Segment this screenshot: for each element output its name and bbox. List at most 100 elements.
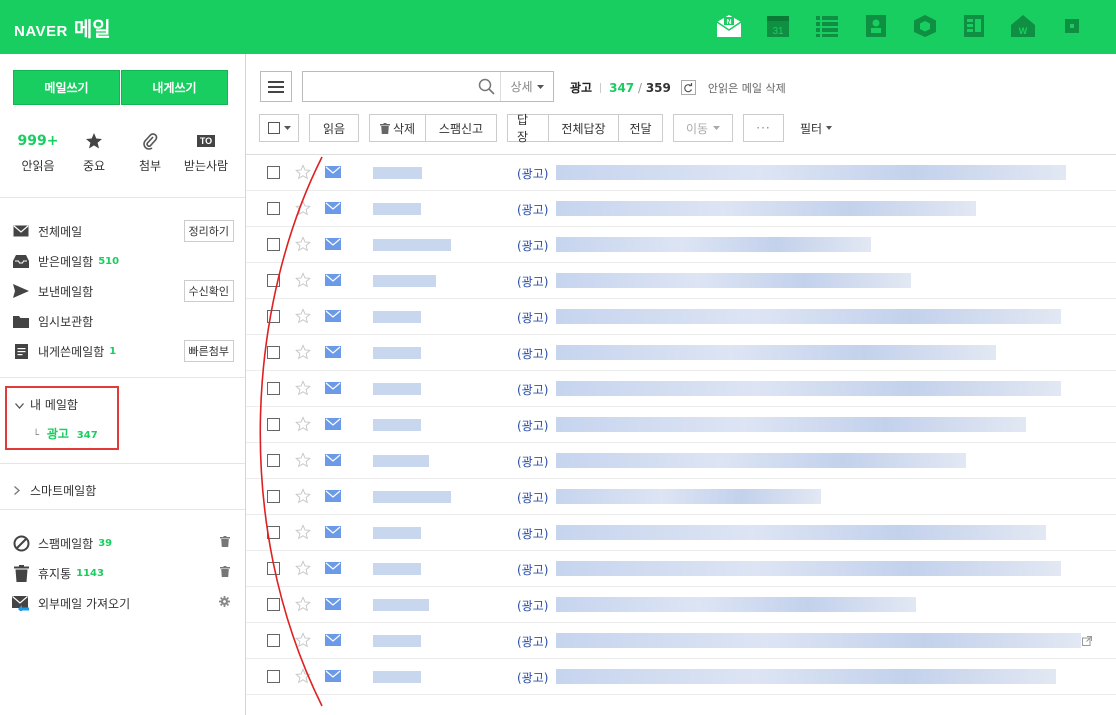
- envelope-icon[interactable]: [325, 526, 341, 541]
- external-mail-import[interactable]: 외부메일 가져오기: [12, 588, 234, 618]
- quick-unread[interactable]: 999+ 안읽음: [10, 130, 66, 174]
- empty-spam-icon[interactable]: [220, 536, 230, 550]
- star-outline-icon[interactable]: [295, 236, 311, 255]
- mail-row[interactable]: (광고): [246, 155, 1116, 191]
- sender-name-blurred[interactable]: [373, 203, 421, 215]
- select-all-checkbox[interactable]: [267, 122, 280, 134]
- sender-name-blurred[interactable]: [373, 491, 451, 503]
- star-outline-icon[interactable]: [295, 164, 311, 183]
- sender-name-blurred[interactable]: [373, 311, 421, 323]
- subject-blurred[interactable]: [556, 417, 1026, 432]
- sender-name-blurred[interactable]: [373, 275, 436, 287]
- mail-row[interactable]: (광고): [246, 371, 1116, 407]
- folder-trash[interactable]: 휴지통 1143: [12, 558, 234, 588]
- subject-blurred[interactable]: [556, 165, 1066, 180]
- folder-sent[interactable]: 보낸메일함 수신확인: [12, 276, 234, 306]
- star-outline-icon[interactable]: [295, 668, 311, 687]
- menu-toggle-button[interactable]: [260, 71, 292, 102]
- mail-row[interactable]: (광고): [246, 191, 1116, 227]
- subject-blurred[interactable]: [556, 561, 1061, 576]
- star-outline-icon[interactable]: [295, 632, 311, 651]
- envelope-icon[interactable]: [325, 274, 341, 289]
- list-icon[interactable]: [813, 12, 841, 40]
- sender-name-blurred[interactable]: [373, 635, 421, 647]
- box-icon[interactable]: [911, 12, 939, 40]
- row-checkbox[interactable]: [267, 346, 280, 359]
- envelope-icon[interactable]: [325, 670, 341, 685]
- envelope-icon[interactable]: [325, 454, 341, 469]
- more-icon[interactable]: [1058, 12, 1086, 40]
- calendar-icon[interactable]: 31: [764, 12, 792, 40]
- envelope-icon[interactable]: [325, 490, 341, 505]
- subject-blurred[interactable]: [556, 273, 911, 288]
- quick-to-me[interactable]: TO 받는사람: [178, 130, 234, 174]
- memo-icon[interactable]: [960, 12, 988, 40]
- envelope-icon[interactable]: [325, 418, 341, 433]
- folder-unread-count[interactable]: 347: [609, 81, 634, 95]
- star-outline-icon[interactable]: [295, 596, 311, 615]
- subject-blurred[interactable]: [556, 597, 916, 612]
- mail-row[interactable]: (광고): [246, 443, 1116, 479]
- row-checkbox[interactable]: [267, 490, 280, 503]
- brand-logo[interactable]: NAVER 메일: [14, 13, 111, 42]
- subject-blurred[interactable]: [556, 633, 1081, 648]
- gear-icon[interactable]: [219, 596, 230, 610]
- mail-row[interactable]: (광고): [246, 659, 1116, 695]
- mail-row[interactable]: (광고): [246, 263, 1116, 299]
- forward-button[interactable]: 전달: [618, 114, 663, 142]
- subject-blurred[interactable]: [556, 381, 1061, 396]
- my-mailbox-ad-folder[interactable]: └ 광고 347: [33, 425, 98, 442]
- star-outline-icon[interactable]: [295, 308, 311, 327]
- envelope-icon[interactable]: [325, 382, 341, 397]
- envelope-icon[interactable]: [325, 238, 341, 253]
- reply-button[interactable]: 답장: [507, 113, 549, 144]
- contacts-icon[interactable]: [862, 12, 890, 40]
- mail-app-icon[interactable]: N: [715, 12, 743, 40]
- row-checkbox[interactable]: [267, 526, 280, 539]
- mail-row[interactable]: (광고): [246, 299, 1116, 335]
- row-checkbox[interactable]: [267, 598, 280, 611]
- search-detail-dropdown[interactable]: 상세: [500, 72, 553, 101]
- envelope-icon[interactable]: [325, 634, 341, 649]
- folder-self-sent[interactable]: 내게쓴메일함 1 빠른첨부: [12, 336, 234, 366]
- subject-blurred[interactable]: [556, 345, 996, 360]
- subject-blurred[interactable]: [556, 309, 1061, 324]
- row-checkbox[interactable]: [267, 274, 280, 287]
- my-mailbox-toggle[interactable]: 내 메일함: [15, 396, 78, 413]
- row-checkbox[interactable]: [267, 382, 280, 395]
- subject-blurred[interactable]: [556, 453, 966, 468]
- row-checkbox[interactable]: [267, 418, 280, 431]
- sender-name-blurred[interactable]: [373, 599, 429, 611]
- row-checkbox[interactable]: [267, 238, 280, 251]
- sender-name-blurred[interactable]: [373, 455, 429, 467]
- quick-important[interactable]: 중요: [66, 130, 122, 174]
- sender-name-blurred[interactable]: [373, 671, 421, 683]
- mail-row[interactable]: (광고): [246, 587, 1116, 623]
- quick-attachment[interactable]: 첨부: [122, 130, 178, 174]
- star-outline-icon[interactable]: [295, 560, 311, 579]
- filter-dropdown[interactable]: 필터: [800, 120, 833, 137]
- refresh-icon[interactable]: [680, 80, 696, 95]
- star-outline-icon[interactable]: [295, 380, 311, 399]
- star-outline-icon[interactable]: [295, 200, 311, 219]
- sender-name-blurred[interactable]: [373, 563, 421, 575]
- smart-mailbox[interactable]: 스마트메일함: [14, 482, 96, 499]
- row-checkbox[interactable]: [267, 202, 280, 215]
- star-outline-icon[interactable]: [295, 524, 311, 543]
- home-icon[interactable]: W: [1009, 12, 1037, 40]
- quick-attach-button[interactable]: 빠른첨부: [183, 340, 234, 362]
- star-outline-icon[interactable]: [295, 416, 311, 435]
- folder-all-mail[interactable]: 전체메일 정리하기: [12, 216, 234, 246]
- delete-button[interactable]: 삭제: [369, 114, 426, 142]
- sender-name-blurred[interactable]: [373, 167, 422, 179]
- mail-row[interactable]: (광고): [246, 407, 1116, 443]
- row-checkbox[interactable]: [267, 634, 280, 647]
- row-checkbox[interactable]: [267, 562, 280, 575]
- move-dropdown[interactable]: 이동: [673, 114, 733, 142]
- mail-row[interactable]: (광고): [246, 623, 1116, 659]
- write-to-self-button[interactable]: 내게쓰기: [121, 70, 228, 105]
- folder-spam[interactable]: 스팸메일함 39: [12, 528, 234, 558]
- folder-drafts[interactable]: 임시보관함: [12, 306, 234, 336]
- star-outline-icon[interactable]: [295, 488, 311, 507]
- sender-name-blurred[interactable]: [373, 347, 421, 359]
